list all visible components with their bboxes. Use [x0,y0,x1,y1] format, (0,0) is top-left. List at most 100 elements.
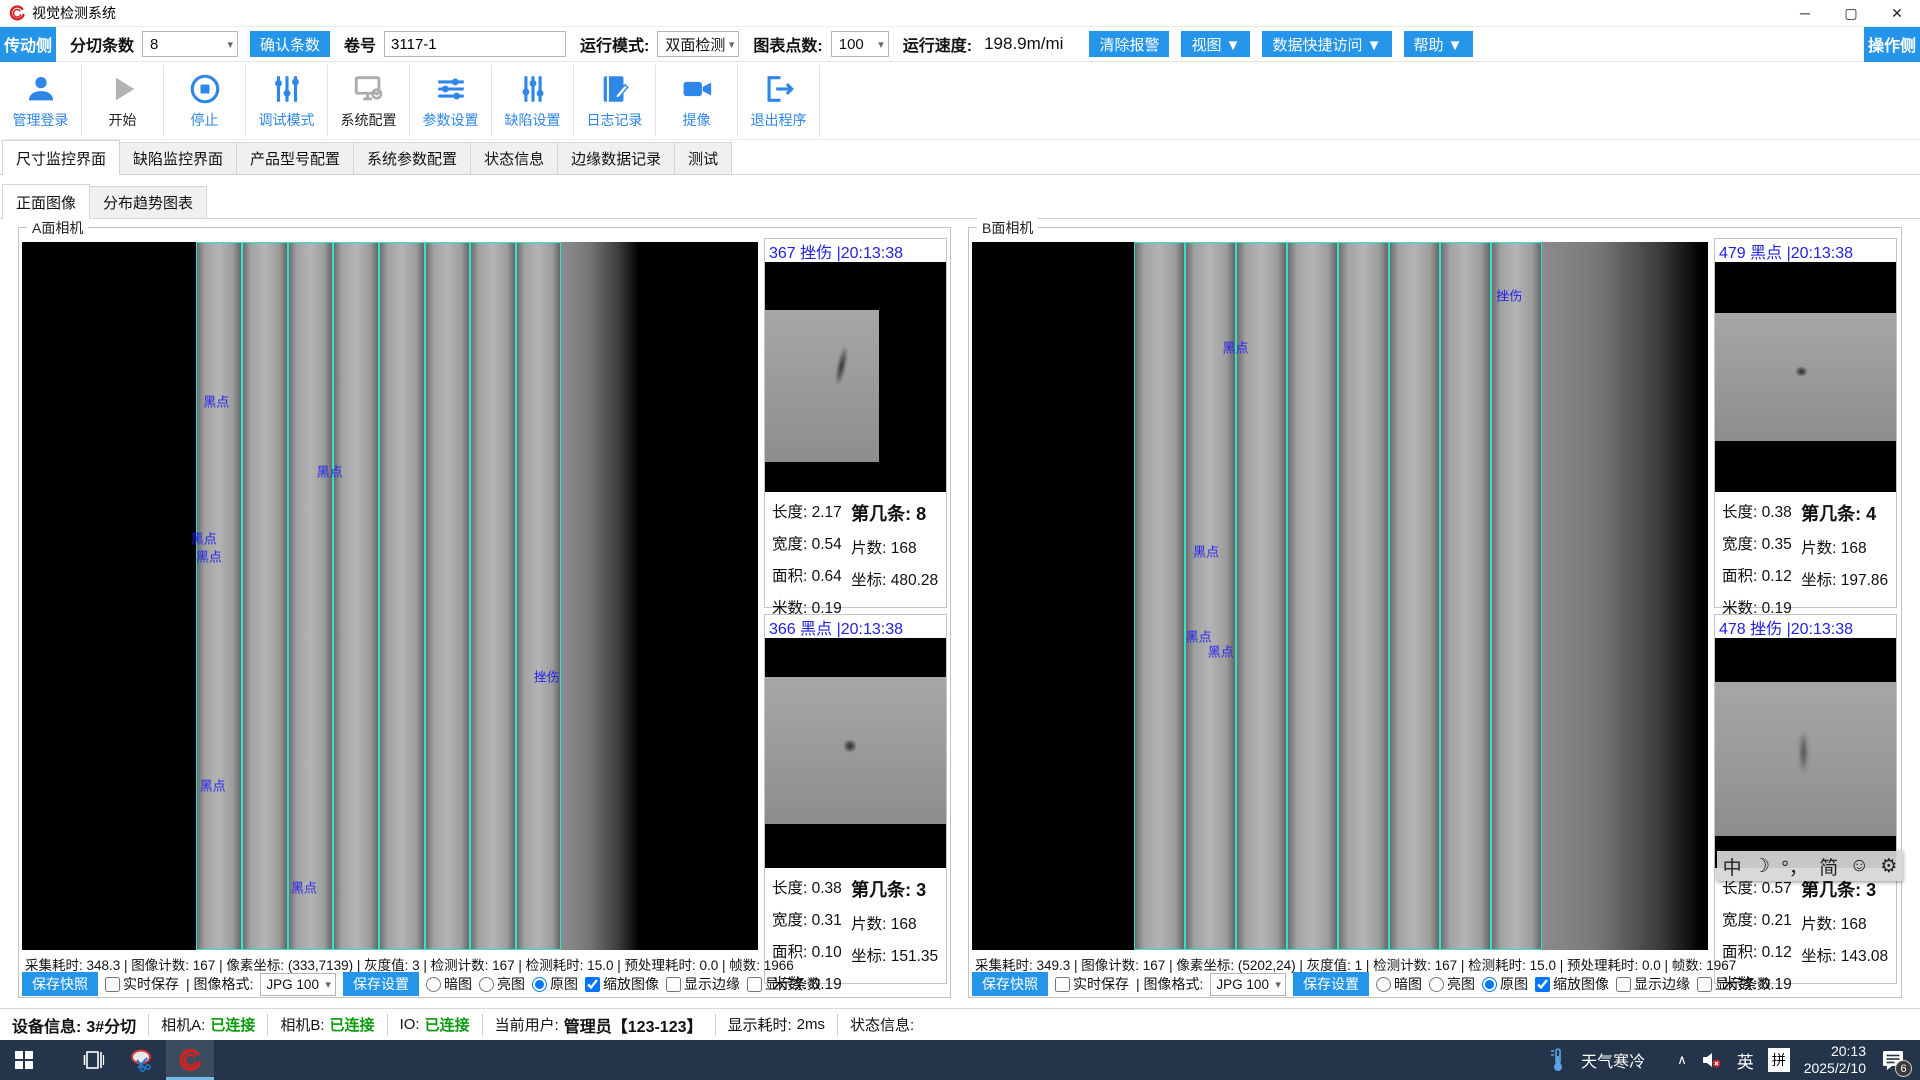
taskbar-clock[interactable]: 20:13 2025/2/10 [1804,1043,1866,1077]
app-logo-icon [8,4,26,22]
dark-image-radio[interactable]: 暗图 [426,974,472,994]
save-settings-button[interactable]: 保存设置 [343,972,419,996]
image-format-select[interactable]: JPG 100 [1210,973,1286,996]
data-quick-access-button[interactable]: 数据快捷访问 ▼ [1262,31,1391,57]
weather-text[interactable]: 天气寒冷 [1581,1048,1645,1072]
tab-system-params-config[interactable]: 系统参数配置 [353,142,471,174]
tab-product-model-config[interactable]: 产品型号配置 [236,142,354,174]
app-logo-icon [177,1047,203,1073]
tab-defect-monitor[interactable]: 缺陷监控界面 [119,142,237,174]
ime-chinese-mode[interactable]: 中 [1723,853,1742,880]
tab-distribution-trend-chart[interactable]: 分布趋势图表 [89,186,207,218]
camera-a-defect-list: 367 挫伤 |20:13:38 长度: 2.17 宽度: 0.54 面积: 0… [764,238,947,993]
realtime-save-checkbox[interactable]: 实时保存 [105,974,179,994]
log-record-button[interactable]: 日志记录 [574,65,656,137]
show-edges-checkbox[interactable]: 显示边缘 [666,974,740,994]
tray-chevron-icon[interactable]: ∧ [1677,1052,1687,1068]
status-info-label: 状态信息: [850,1014,914,1035]
params-settings-button[interactable]: 参数设置 [410,65,492,137]
action-center-button[interactable]: 6 [1880,1047,1906,1073]
start-button[interactable] [0,1040,48,1080]
drive-side-button[interactable]: 传动侧 [0,27,56,62]
show-strip-count-checkbox[interactable]: 显示条数 [747,974,821,994]
clear-alarm-button[interactable]: 清除报警 [1089,31,1169,57]
image-format-select[interactable]: JPG 100 [260,973,336,996]
language-indicator[interactable]: 英 [1737,1048,1754,1073]
defect-marker: 黑点 [203,392,229,411]
speaker-muted-icon[interactable] [1701,1050,1723,1070]
clock-date: 2025/2/10 [1804,1060,1866,1077]
ime-simplified-mode[interactable]: 简 [1819,853,1838,880]
roll-number-input[interactable] [384,31,566,57]
defect-card[interactable]: 478 挫伤 |20:13:38 长度: 0.57 宽度: 0.21 面积: 0… [1714,614,1897,984]
tab-size-monitor[interactable]: 尺寸监控界面 [2,140,120,174]
maximize-button[interactable]: ▢ [1828,0,1874,27]
show-edges-checkbox[interactable]: 显示边缘 [1616,974,1690,994]
status-bar: 设备信息:3#分切 相机A:已连接 相机B:已连接 IO:已连接 当前用户:管理… [0,1008,1920,1040]
defect-marker: 挫伤 [1496,286,1522,305]
tab-status-info[interactable]: 状态信息 [470,142,558,174]
minimize-button[interactable]: ─ [1782,0,1828,27]
confirm-count-button[interactable]: 确认条数 [250,31,330,57]
bright-image-radio[interactable]: 亮图 [1429,974,1475,994]
camera-b-image[interactable]: 挫伤 黑点 黑点 黑点 黑点 [972,242,1708,950]
notification-count-badge: 6 [1895,1060,1912,1077]
defect-card[interactable]: 367 挫伤 |20:13:38 长度: 2.17 宽度: 0.54 面积: 0… [764,238,947,608]
ime-pinyin-badge[interactable]: 拼 [1768,1048,1790,1072]
chart-points-select[interactable]: 100 [831,31,889,57]
bright-image-radio[interactable]: 亮图 [479,974,525,994]
defect-marker: 黑点 [200,776,226,795]
defect-settings-button[interactable]: 缺陷设置 [492,65,574,137]
exit-program-button[interactable]: 退出程序 [738,65,820,137]
defect-card[interactable]: 479 黑点 |20:13:38 长度: 0.38 宽度: 0.35 面积: 0… [1714,238,1897,608]
view-menu-button[interactable]: 视图 ▼ [1181,31,1250,57]
show-strip-count-checkbox[interactable]: 显示条数 [1697,974,1771,994]
capture-image-button[interactable]: 提像 [656,65,738,137]
debug-mode-button[interactable]: 调试模式 [246,65,328,137]
dark-image-radio[interactable]: 暗图 [1376,974,1422,994]
ime-emoji-icon[interactable]: ☺ [1850,855,1869,877]
defect-stats: 长度: 2.17 宽度: 0.54 面积: 0.64 米数: 0.19 第几条:… [765,492,946,618]
start-button[interactable]: 开始 [82,65,164,137]
save-settings-button[interactable]: 保存设置 [1293,972,1369,996]
stop-button[interactable]: 停止 [164,65,246,137]
inspection-app-taskbar-button[interactable] [166,1040,214,1080]
original-image-radio[interactable]: 原图 [532,974,578,994]
defect-card-header: 366 黑点 |20:13:38 [765,615,946,638]
snipping-tool-icon [128,1046,156,1074]
realtime-save-checkbox[interactable]: 实时保存 [1055,974,1129,994]
ime-settings-gear-icon[interactable]: ⚙ [1880,855,1897,878]
help-menu-button[interactable]: 帮助 ▼ [1404,31,1473,57]
camera-icon [678,72,716,106]
windows-logo-icon [15,1051,33,1069]
admin-login-button[interactable]: 管理登录 [0,65,82,137]
log-edit-icon [596,72,634,106]
defect-thumbnail [765,638,946,868]
zoom-image-checkbox[interactable]: 缩放图像 [1535,974,1609,994]
save-snapshot-button[interactable]: 保存快照 [22,972,98,996]
defect-card[interactable]: 366 黑点 |20:13:38 长度: 0.38 宽度: 0.31 面积: 0… [764,614,947,984]
task-view-button[interactable] [70,1040,118,1080]
original-image-radio[interactable]: 原图 [1482,974,1528,994]
system-config-button[interactable]: 系统配置 [328,65,410,137]
tab-front-image[interactable]: 正面图像 [2,184,90,218]
camera-a-image[interactable]: 黑点 黑点 黑点 黑点 挫伤 黑点 黑点 [22,242,758,950]
run-mode-select[interactable]: 双面检测 [657,31,739,57]
icon-toolbar: 管理登录 开始 停止 调试模式 系统配置 参数设置 缺陷设置 日志记录 提像 退… [0,62,1920,140]
camera-a-panel-title: A面相机 [27,218,88,238]
camera-a-controls: 保存快照 实时保存 | 图像格式: JPG 100 保存设置 暗图 亮图 原图 … [22,971,758,997]
zoom-image-checkbox[interactable]: 缩放图像 [585,974,659,994]
save-snapshot-button[interactable]: 保存快照 [972,972,1048,996]
operator-side-button[interactable]: 操作侧 [1864,27,1920,62]
run-speed-label: 运行速度: [903,32,972,56]
tab-test[interactable]: 测试 [674,142,732,174]
defect-stats: 长度: 0.38 宽度: 0.35 面积: 0.12 米数: 0.19 第几条:… [1715,492,1896,618]
ime-fullwidth-moon-icon[interactable]: ☽ [1753,855,1770,878]
snipping-tool-button[interactable] [118,1040,166,1080]
exit-icon [760,72,798,106]
slit-count-select[interactable]: 8 [142,31,238,57]
ime-punctuation-icon[interactable]: °， [1781,853,1808,880]
tab-edge-data-record[interactable]: 边缘数据记录 [557,142,675,174]
camera-b-panel: B面相机 挫伤 黑点 黑点 黑点 黑点 479 黑点 |20:13:38 长度:… [968,227,1902,998]
close-button[interactable]: ✕ [1874,0,1920,27]
